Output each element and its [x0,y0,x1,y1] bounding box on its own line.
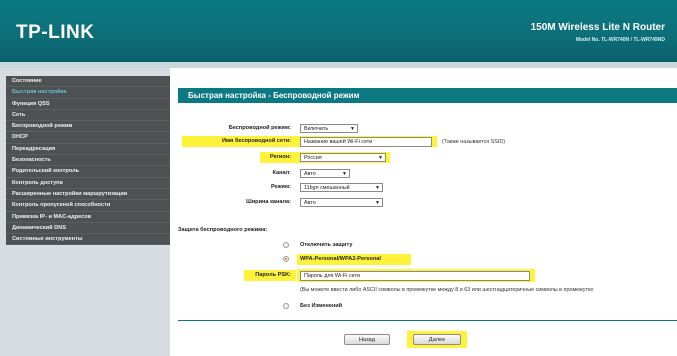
sidebar-item[interactable]: Системные инструменты [6,234,170,246]
sidebar-menu: Состояние Быстрая настройка Функция QSS Сет… [6,76,170,246]
chevron-down-icon: ▼ [350,126,355,132]
channel-value: Авто [304,171,316,177]
chevron-down-icon: ▼ [342,171,347,177]
tp-link-logo: TP-LINK [16,22,95,43]
ssid-label: Имя беспроводной сети: [221,138,291,144]
disable-security-label: Отключить защиту [300,242,353,248]
psk-input[interactable]: Пароль для Wi-Fi сети [300,271,530,281]
wireless-mode-value: Включить [304,126,329,132]
channel-select[interactable]: Авто ▼ [300,169,350,178]
wireless-mode-label: Беспроводной режим: [228,125,291,131]
no-change-radio[interactable] [283,303,289,309]
wpa-personal-radio[interactable] [283,256,289,262]
sidebar: Состояние Быстрая настройка Функция QSS Сет… [0,68,170,356]
main-content: Быстрая настройка - Беспроводной режим Б… [170,68,677,356]
mode-label: Режим: [270,184,291,190]
page-title: Быстрая настройка - Беспроводной режим [178,88,677,103]
security-heading: Защита беспроводного режима: [178,227,268,233]
channel-width-value: Авто [304,200,316,206]
sidebar-item[interactable]: Переадресация [6,144,170,156]
sidebar-item[interactable]: Быстрая настройка [6,87,170,99]
sidebar-item[interactable]: Расширенные настройки маршрутизации [6,189,170,201]
sidebar-item[interactable]: Родительский контроль [6,166,170,178]
channel-width-label: Ширина канала: [246,199,291,205]
psk-label: Пароль PSK: [255,272,291,278]
ssid-input[interactable]: Название вашей Wi-Fi сети [300,137,432,147]
channel-label: Канал: [272,170,292,176]
chevron-down-icon: ▼ [378,155,383,161]
no-change-label: Без Изменений [300,303,343,309]
region-label: Регион: [269,154,291,160]
sidebar-item[interactable]: Безопасность [6,155,170,167]
channel-width-select[interactable]: Авто ▼ [300,198,383,207]
wireless-mode-select[interactable]: Включить ▼ [300,124,358,133]
sidebar-item[interactable]: Беспроводной режим [6,121,170,133]
sidebar-item[interactable]: Функция QSS [6,99,170,110]
chevron-down-icon: ▼ [375,200,380,206]
sidebar-item[interactable]: Контроль пропускной способности [6,200,170,212]
mode-value: 11bgn смешанный [304,185,350,191]
sidebar-item[interactable]: Состояние [6,76,170,88]
mode-select[interactable]: 11bgn смешанный ▼ [300,183,383,192]
region-select[interactable]: Россия ▼ [300,153,386,162]
psk-note: (Вы можете ввести либо ASCII символы в п… [300,287,594,293]
region-value: Россия [304,155,322,161]
sidebar-item[interactable]: Контроль доступа [6,178,170,189]
sidebar-item[interactable]: DHCP [6,132,170,144]
back-button[interactable]: Назад [344,334,390,345]
sidebar-item[interactable]: Динамический DNS [6,223,170,235]
header-bar: TP-LINK 150M Wireless Lite N Router Mode… [0,0,677,62]
form-separator [178,320,677,321]
ssid-note: (Также называется SSID) [442,139,506,145]
model-number: Model No. TL-WR740N / TL-WR749ND [575,37,665,43]
wpa-personal-label: WPA-Personal/WPA2-Personal [300,256,381,262]
sidebar-item[interactable]: Привязка IP- и MAC-адресов [6,212,170,223]
chevron-down-icon: ▼ [375,185,380,191]
sidebar-item[interactable]: Сеть [6,110,170,122]
model-title: 150M Wireless Lite N Router [530,22,665,33]
next-button[interactable]: Далее [413,334,461,345]
disable-security-radio[interactable] [283,242,289,248]
